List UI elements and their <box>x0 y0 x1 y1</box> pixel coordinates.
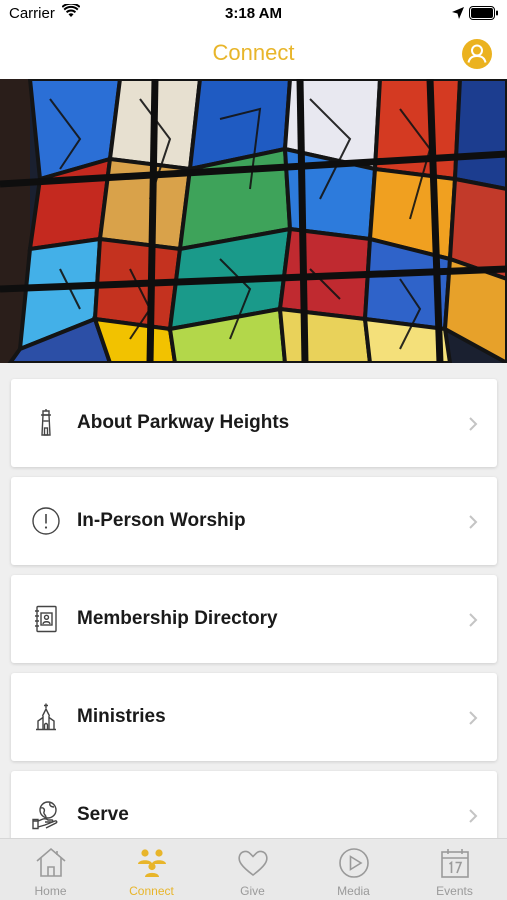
menu-item-label: In-Person Worship <box>77 510 246 531</box>
location-arrow-icon <box>452 7 464 19</box>
home-icon <box>36 847 66 877</box>
status-time: 3:18 AM <box>225 5 282 22</box>
menu-item-label: Ministries <box>77 706 166 727</box>
chevron-right-icon <box>469 417 478 431</box>
tab-connect[interactable]: Connect <box>101 839 202 900</box>
menu-item-about-parkway-heights[interactable]: About Parkway Heights <box>11 379 497 467</box>
tab-label: Give <box>240 884 265 898</box>
tab-label: Home <box>34 884 67 898</box>
tab-home[interactable]: Home <box>0 839 101 900</box>
menu-item-membership-directory[interactable]: Membership Directory <box>11 575 497 663</box>
calendar-icon <box>441 849 469 878</box>
status-bar: Carrier 3:18 AM <box>0 0 507 30</box>
lighthouse-icon <box>41 409 51 436</box>
play-circle-icon <box>339 848 369 878</box>
chevron-right-icon <box>469 515 478 529</box>
menu-item-label: Membership Directory <box>77 608 278 629</box>
hero-image <box>0 79 507 363</box>
exclamation-circle-icon <box>32 507 60 535</box>
menu-item-label: Serve <box>77 804 129 825</box>
stained-glass-window-image <box>0 79 507 363</box>
directory-book-icon <box>35 605 57 633</box>
heart-icon <box>238 850 268 877</box>
tab-label: Connect <box>129 884 174 898</box>
menu-item-label: About Parkway Heights <box>77 412 290 433</box>
tab-media[interactable]: Media <box>303 839 404 900</box>
battery-icon <box>469 6 498 20</box>
page-title: Connect <box>212 40 295 65</box>
chevron-right-icon <box>469 613 478 627</box>
tab-give[interactable]: Give <box>202 839 303 900</box>
chevron-right-icon <box>469 711 478 725</box>
globe-hand-icon <box>32 801 58 830</box>
menu-item-in-person-worship[interactable]: In-Person Worship <box>11 477 497 565</box>
user-icon <box>467 44 487 63</box>
chevron-right-icon <box>469 809 478 823</box>
menu-item-ministries[interactable]: Ministries <box>11 673 497 761</box>
tab-label: Events <box>436 884 473 898</box>
tab-bar: Home Connect Give Media Events <box>0 838 507 900</box>
people-icon <box>138 849 166 877</box>
church-icon <box>36 703 56 731</box>
tab-label: Media <box>337 884 370 898</box>
profile-button[interactable] <box>462 39 492 69</box>
navigation-bar: Connect <box>0 30 507 79</box>
tab-events[interactable]: Events <box>404 839 505 900</box>
app-screen: Carrier 3:18 AM Connect About Parkway He… <box>0 0 507 900</box>
